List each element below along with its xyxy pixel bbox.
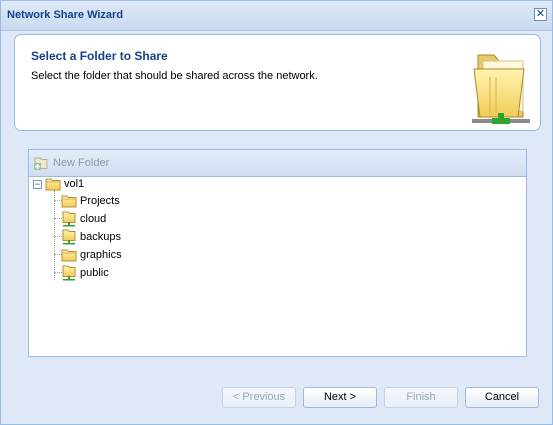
next-button[interactable]: Next >: [303, 387, 377, 408]
tree-node-graphics[interactable]: graphics: [61, 246, 122, 264]
tree-node-label: Projects: [80, 195, 120, 207]
finish-button[interactable]: Finish: [384, 387, 458, 408]
header-panel: Select a Folder to Share Select the fold…: [14, 34, 541, 131]
step-title: Select a Folder to Share: [31, 49, 168, 63]
tree-toolbar: New Folder: [29, 150, 526, 177]
title-bar[interactable]: Network Share Wizard ✕: [1, 1, 552, 31]
new-folder-icon: [34, 157, 48, 170]
previous-button[interactable]: < Previous: [222, 387, 296, 408]
tree-node-projects[interactable]: Projects: [61, 192, 120, 210]
tree-node-backups[interactable]: backups: [61, 228, 121, 246]
tree-node-label: vol1: [64, 178, 85, 190]
shared-folder-icon: [61, 229, 77, 245]
tree-node-cloud[interactable]: cloud: [61, 210, 106, 228]
shared-folder-icon: [472, 54, 530, 124]
close-icon[interactable]: ✕: [534, 8, 547, 21]
cancel-button[interactable]: Cancel: [465, 387, 539, 408]
folder-tree-panel: New Folder − vol1 Projects cloud backups: [28, 149, 527, 357]
folder-icon: [61, 194, 77, 208]
collapse-icon[interactable]: −: [33, 180, 42, 189]
tree-connector: [54, 190, 55, 280]
folder-open-icon: [45, 177, 61, 191]
folder-icon: [61, 248, 77, 262]
tree-node-label: backups: [80, 231, 121, 243]
new-folder-button[interactable]: New Folder: [33, 154, 109, 172]
tree-node-public[interactable]: public: [61, 264, 109, 282]
window-title: Network Share Wizard: [7, 9, 124, 21]
tree-node-vol1[interactable]: vol1: [45, 175, 84, 193]
new-folder-label: New Folder: [53, 157, 110, 169]
wizard-window: Network Share Wizard ✕ Select a Folder t…: [0, 0, 553, 425]
shared-folder-icon: [61, 211, 77, 227]
step-description: Select the folder that should be shared …: [31, 70, 318, 82]
shared-folder-icon: [61, 265, 77, 281]
tree-node-label: public: [80, 267, 109, 279]
tree-node-label: cloud: [80, 213, 107, 225]
tree-node-label: graphics: [80, 249, 122, 261]
